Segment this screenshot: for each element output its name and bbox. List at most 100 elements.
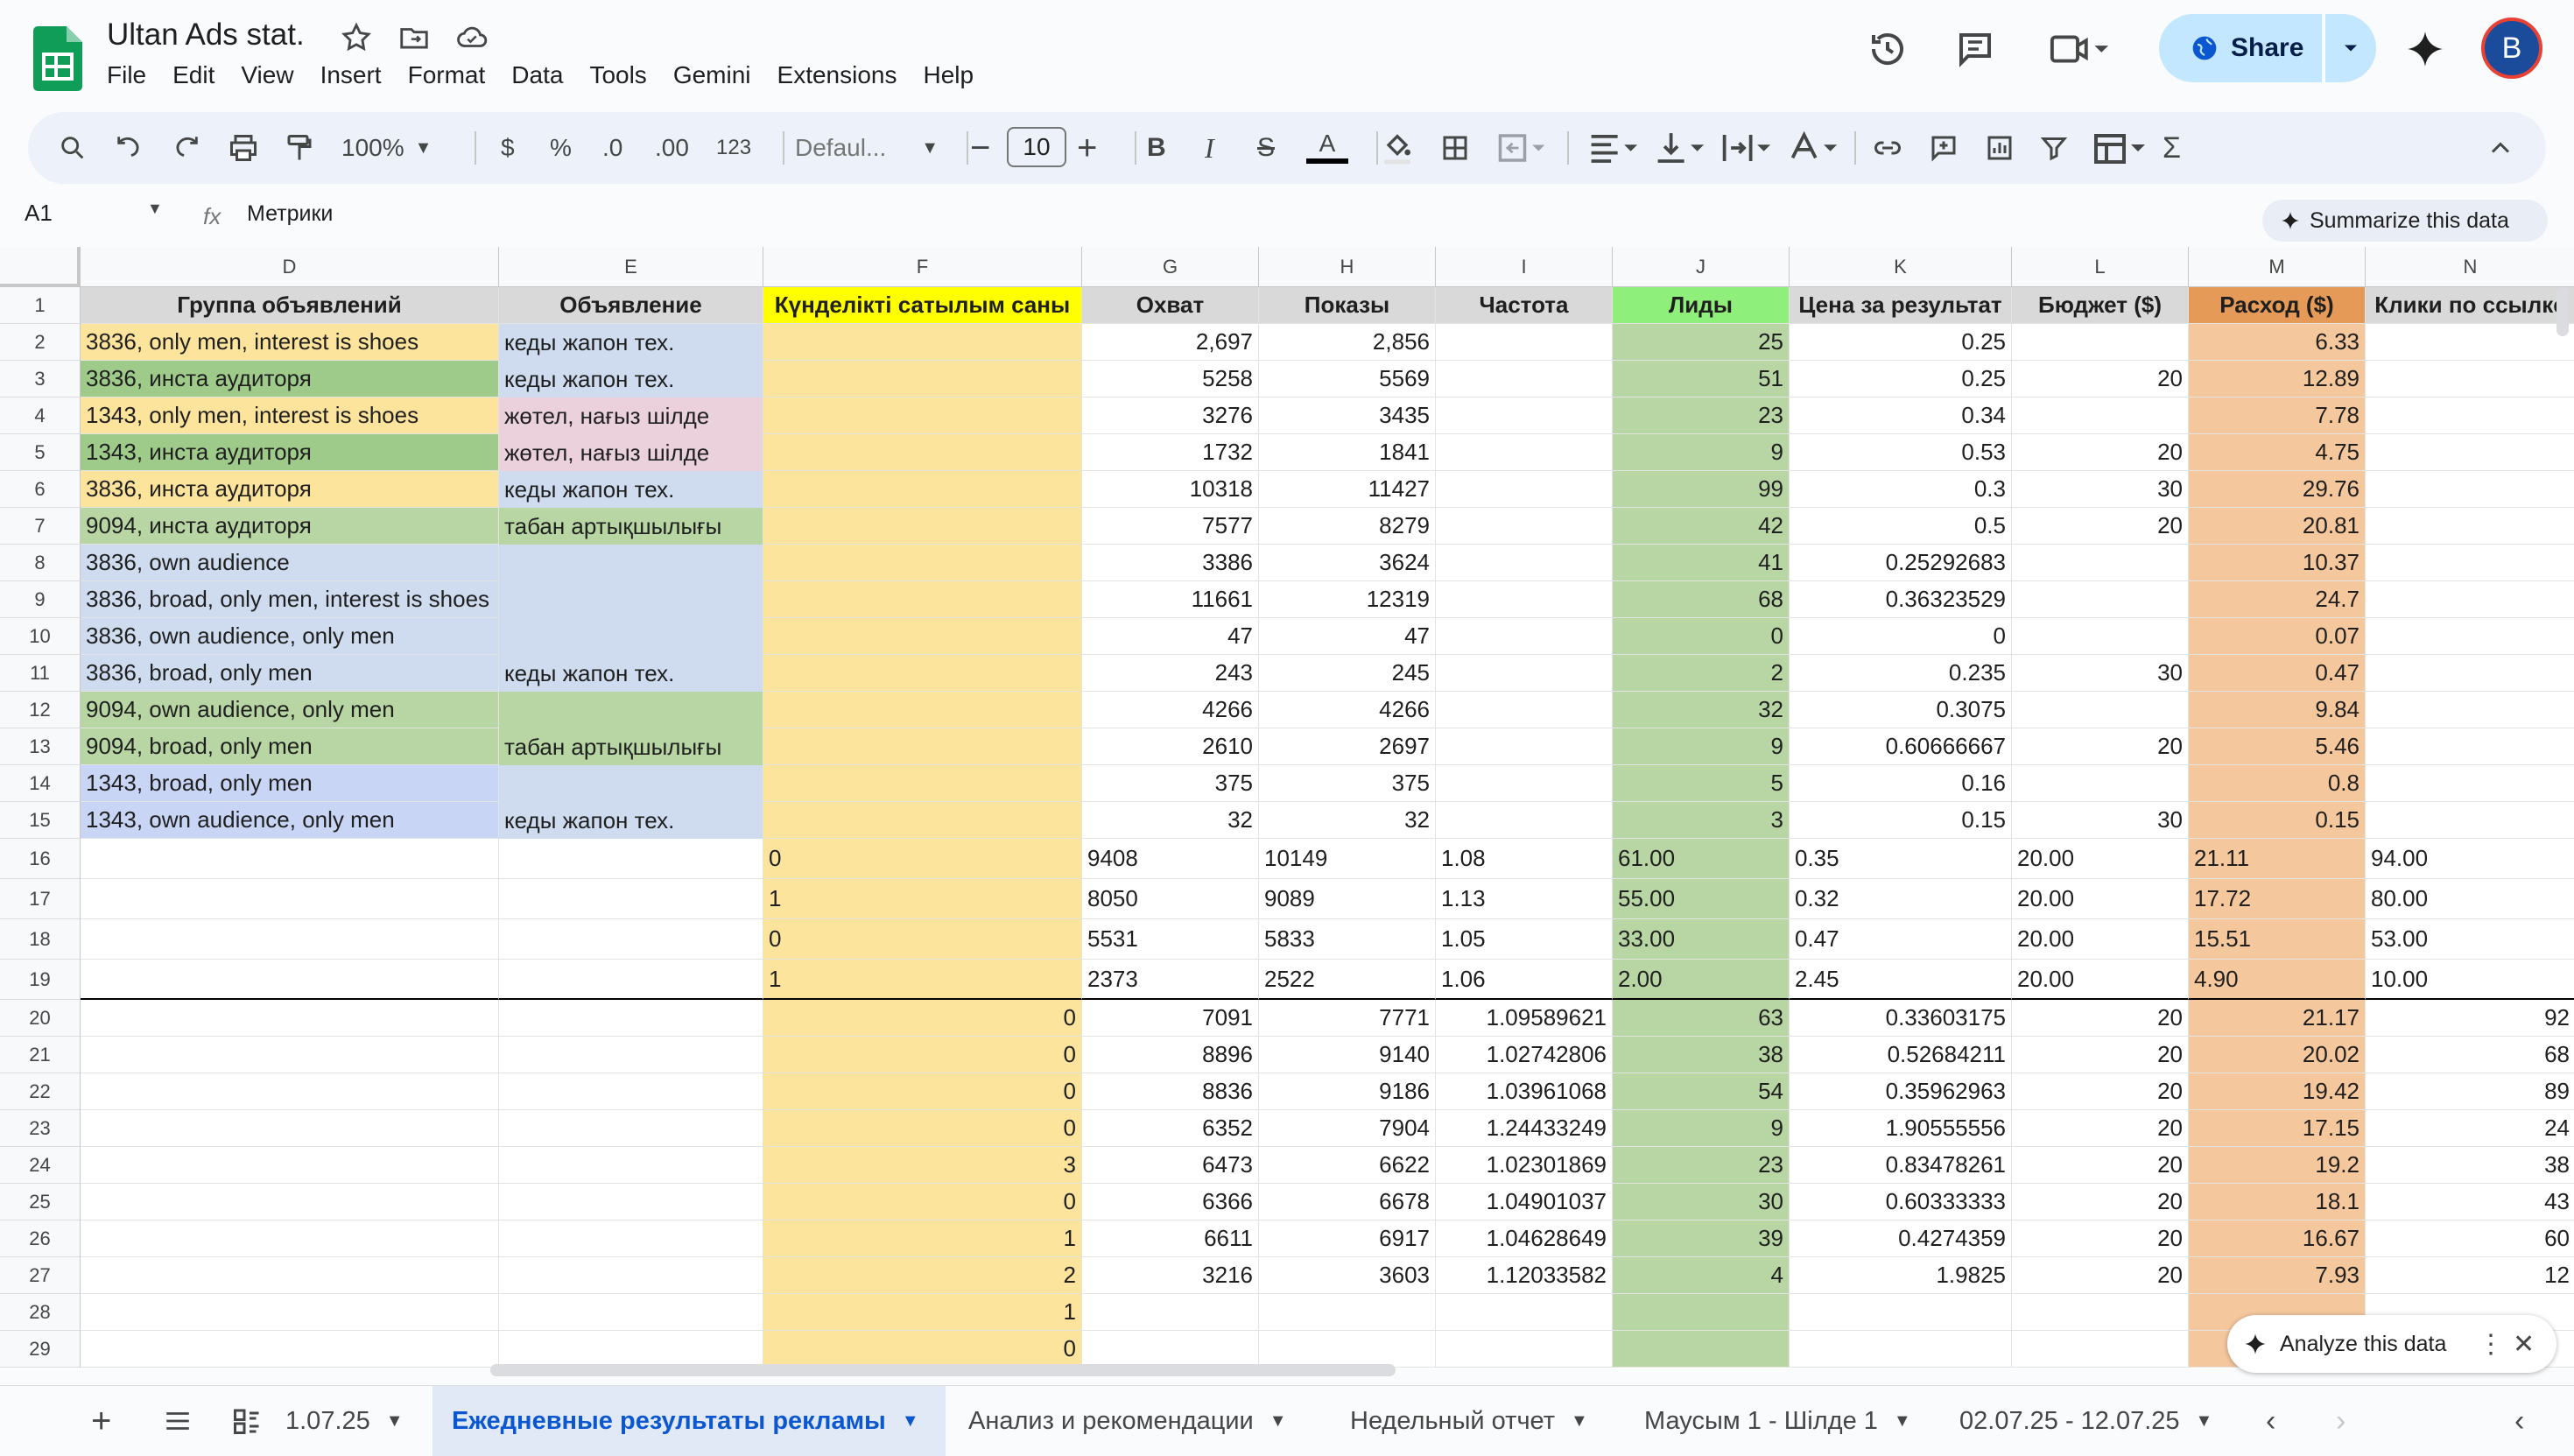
cell-m[interactable]: 0.07 <box>2189 618 2366 655</box>
cell-h[interactable]: 6917 <box>1259 1220 1436 1257</box>
cell-f[interactable]: 0 <box>763 1000 1082 1037</box>
column-header-n[interactable]: N <box>2366 247 2574 287</box>
row-header[interactable]: 13 <box>0 728 81 765</box>
cell-f[interactable]: 0 <box>763 919 1082 960</box>
summarize-data-button[interactable]: Summarize this data <box>2262 200 2548 242</box>
cell-l[interactable]: 20 <box>2012 1147 2189 1184</box>
cell-l[interactable]: 20.00 <box>2012 960 2189 1000</box>
cell-g[interactable]: 10318 <box>1082 471 1259 508</box>
sheet-tab[interactable]: Анализ и рекомендации ▼ <box>968 1386 1287 1456</box>
cell-f[interactable] <box>763 692 1082 728</box>
cell-h[interactable]: 3624 <box>1259 545 1436 581</box>
currency-format-button[interactable]: $ <box>501 112 515 184</box>
cell-e[interactable]: кеды жапон тех. <box>499 802 763 839</box>
cell-l[interactable]: 30 <box>2012 802 2189 839</box>
cell-m[interactable]: 12.89 <box>2189 361 2366 397</box>
cell-e[interactable] <box>499 581 763 618</box>
horizontal-scrollbar[interactable] <box>490 1364 1396 1376</box>
cell-d[interactable] <box>81 1073 499 1110</box>
cell-e[interactable]: жөтел, нағыз шілде <box>499 434 763 471</box>
decrease-font-size-button[interactable]: − <box>970 112 990 184</box>
cell-n[interactable]: 80.00 <box>2366 879 2574 919</box>
row-header[interactable]: 20 <box>0 1000 81 1037</box>
increase-decimal-button[interactable]: .00 <box>655 112 689 184</box>
cell-j[interactable]: 4 <box>1613 1257 1790 1294</box>
cell-n[interactable] <box>2366 508 2574 545</box>
cell-e[interactable] <box>499 919 763 960</box>
cell-j[interactable]: 9 <box>1613 1110 1790 1147</box>
move-folder-icon[interactable] <box>397 21 431 54</box>
meet-video-icon[interactable] <box>2049 28 2110 70</box>
header-cell-n[interactable]: Клики по ссылке <box>2366 287 2574 324</box>
cell-l[interactable]: 20 <box>2012 1000 2189 1037</box>
cell-d[interactable]: 1343, broad, only men <box>81 765 499 802</box>
cell-l[interactable] <box>2012 397 2189 434</box>
cell-n[interactable]: 38 <box>2366 1147 2574 1184</box>
cell-g[interactable]: 6352 <box>1082 1110 1259 1147</box>
cell-i[interactable]: 1.02742806 <box>1436 1037 1613 1073</box>
cell-f[interactable] <box>763 728 1082 765</box>
row-header[interactable]: 19 <box>0 960 81 1000</box>
cell-e[interactable]: табан артықшылығы <box>499 728 763 765</box>
cell-g[interactable]: 375 <box>1082 765 1259 802</box>
add-sheet-button[interactable]: + <box>91 1386 111 1456</box>
cell-i[interactable] <box>1436 802 1613 839</box>
cell-e[interactable] <box>499 692 763 728</box>
row-header[interactable]: 15 <box>0 802 81 839</box>
cell-d[interactable] <box>81 1000 499 1037</box>
cell-j[interactable]: 2.00 <box>1613 960 1790 1000</box>
cell-e[interactable] <box>499 1294 763 1331</box>
functions-sigma-icon[interactable]: Σ <box>2163 112 2181 184</box>
cell-n[interactable] <box>2366 471 2574 508</box>
increase-font-size-button[interactable]: + <box>1077 112 1097 184</box>
name-box[interactable]: A1 ▼ <box>25 200 163 227</box>
cell-k[interactable]: 0.3075 <box>1790 692 2012 728</box>
cell-i[interactable]: 1.13 <box>1436 879 1613 919</box>
cell-k[interactable]: 0.235 <box>1790 655 2012 692</box>
cell-e[interactable] <box>499 1073 763 1110</box>
insert-chart-icon[interactable] <box>1984 112 2015 184</box>
cell-i[interactable] <box>1436 581 1613 618</box>
cell-i[interactable]: 1.09589621 <box>1436 1000 1613 1037</box>
cell-j[interactable]: 61.00 <box>1613 839 1790 879</box>
cell-f[interactable]: 3 <box>763 1147 1082 1184</box>
cell-j[interactable]: 23 <box>1613 1147 1790 1184</box>
cell-d[interactable]: 3836, инста аудиторя <box>81 471 499 508</box>
cell-l[interactable]: 20 <box>2012 1257 2189 1294</box>
document-title[interactable]: Ultan Ads stat. <box>107 18 305 53</box>
cell-j[interactable]: 9 <box>1613 434 1790 471</box>
cell-j[interactable]: 38 <box>1613 1037 1790 1073</box>
cell-h[interactable]: 9186 <box>1259 1073 1436 1110</box>
menu-data[interactable]: Data <box>511 61 563 89</box>
cell-e[interactable] <box>499 765 763 802</box>
cell-h[interactable]: 8279 <box>1259 508 1436 545</box>
cell-h[interactable]: 4266 <box>1259 692 1436 728</box>
cell-f[interactable]: 1 <box>763 879 1082 919</box>
cell-k[interactable]: 0.60666667 <box>1790 728 2012 765</box>
cell-d[interactable]: 1343, инста аудиторя <box>81 434 499 471</box>
cell-i[interactable] <box>1436 728 1613 765</box>
cell-f[interactable] <box>763 434 1082 471</box>
cell-i[interactable] <box>1436 471 1613 508</box>
cell-f[interactable]: 0 <box>763 839 1082 879</box>
cell-m[interactable]: 20.02 <box>2189 1037 2366 1073</box>
cell-k[interactable]: 0.32 <box>1790 879 2012 919</box>
collapse-side-panel-icon[interactable]: ‹ <box>2514 1386 2524 1456</box>
cell-n[interactable] <box>2366 618 2574 655</box>
row-header[interactable]: 10 <box>0 618 81 655</box>
cell-k[interactable]: 0.25 <box>1790 361 2012 397</box>
cell-d[interactable]: 3836, broad, only men <box>81 655 499 692</box>
row-header[interactable]: 6 <box>0 471 81 508</box>
cell-g[interactable]: 47 <box>1082 618 1259 655</box>
cell-l[interactable]: 30 <box>2012 471 2189 508</box>
cell-j[interactable]: 41 <box>1613 545 1790 581</box>
cell-d[interactable] <box>81 839 499 879</box>
header-cell-f[interactable]: Күнделікті сатылым саны <box>763 287 1082 324</box>
cell-f[interactable]: 0 <box>763 1331 1082 1368</box>
cell-n[interactable] <box>2366 655 2574 692</box>
cell-g[interactable]: 7091 <box>1082 1000 1259 1037</box>
cell-j[interactable]: 30 <box>1613 1184 1790 1220</box>
cell-l[interactable]: 20 <box>2012 728 2189 765</box>
text-color-button[interactable]: A <box>1306 112 1348 184</box>
cell-l[interactable]: 20 <box>2012 1184 2189 1220</box>
